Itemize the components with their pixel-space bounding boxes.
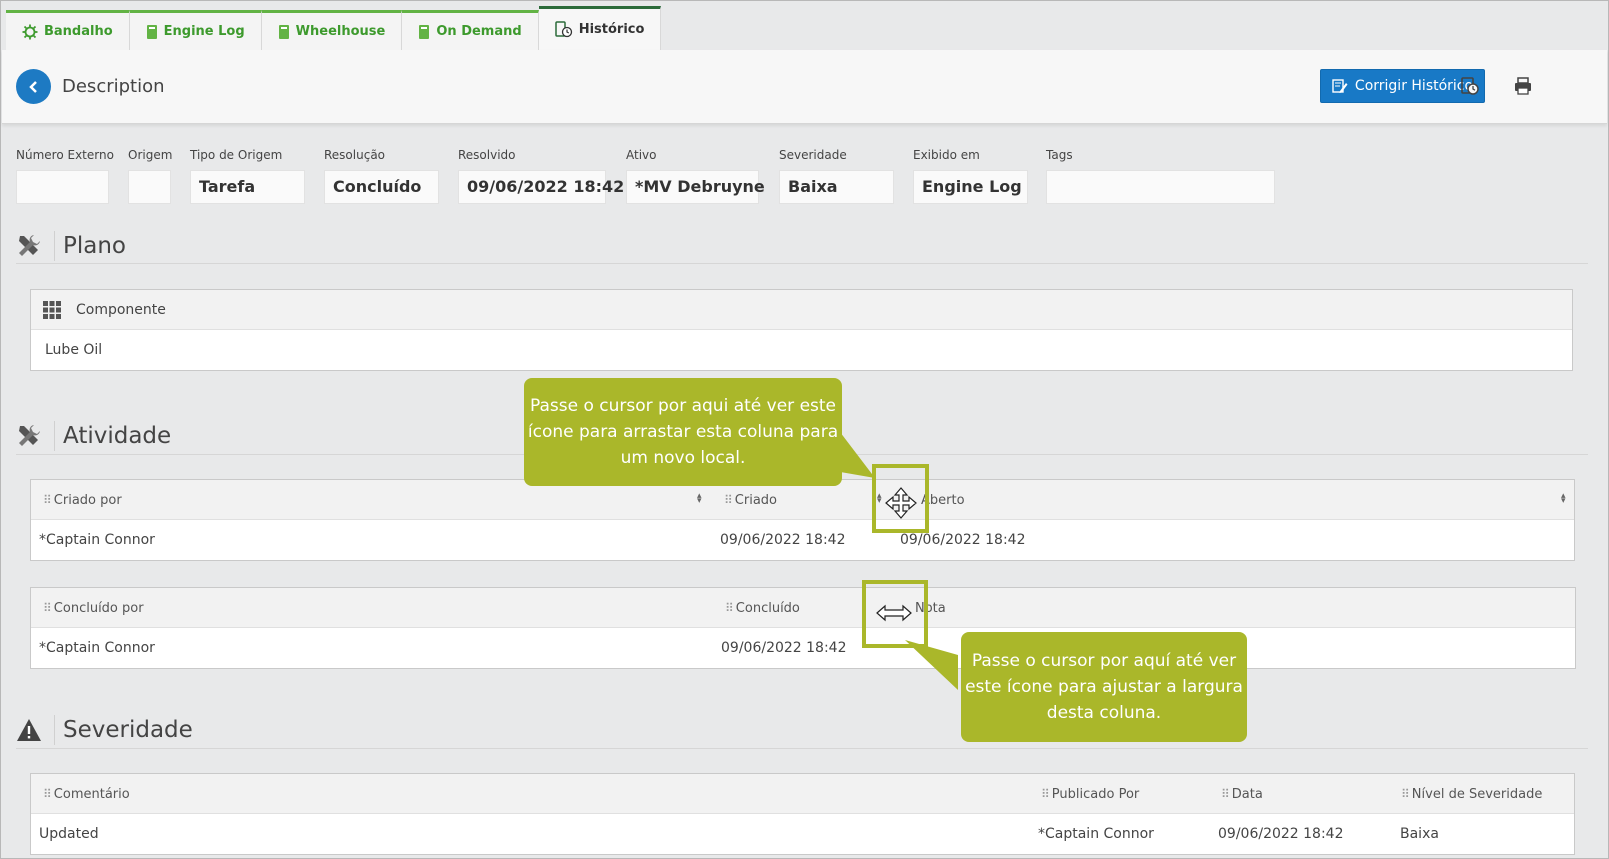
column-header-componente[interactable]: Componente bbox=[76, 290, 166, 330]
table-cell: *Captain Connor bbox=[39, 640, 155, 656]
field-exibido-em: Exibido em Engine Log bbox=[913, 148, 1028, 204]
plano-table: Componente Lube Oil bbox=[30, 289, 1573, 371]
section-atividade: Atividade bbox=[16, 421, 171, 451]
section-title: Severidade bbox=[54, 715, 193, 745]
field-origem: Origem bbox=[128, 148, 172, 204]
book-icon bbox=[419, 24, 430, 39]
drag-handle-icon[interactable]: ⠿ bbox=[725, 601, 734, 615]
book-icon bbox=[278, 24, 289, 39]
corrigir-historico-label: Corrigir Histórico bbox=[1354, 78, 1474, 94]
tab-label: On Demand bbox=[436, 24, 522, 39]
severidade-table: ⠿ Comentário ⠿ Publicado Por ⠿ Data ⠿ Nível … bbox=[30, 773, 1575, 855]
section-title: Plano bbox=[54, 231, 126, 261]
divider bbox=[16, 748, 1588, 749]
tab-on-demand[interactable]: On Demand bbox=[402, 10, 539, 50]
column-header-data[interactable]: ⠿ Data bbox=[1221, 774, 1263, 814]
print-icon[interactable] bbox=[1513, 76, 1533, 96]
drag-handle-icon[interactable]: ⠿ bbox=[1041, 787, 1050, 801]
table-header: Componente bbox=[31, 290, 1572, 330]
atividade-completed-table: ⠿ Concluído por ⠿ Concluído Nota *Captain … bbox=[30, 587, 1576, 669]
field-resolvido: Resolvido 09/06/2022 18:42 bbox=[458, 148, 624, 204]
table-row[interactable]: Lube Oil bbox=[31, 330, 1572, 370]
table-cell: 09/06/2022 18:42 bbox=[721, 640, 847, 656]
tab-bandalho[interactable]: Bandalho bbox=[6, 10, 130, 50]
back-button[interactable] bbox=[16, 69, 51, 104]
resize-cursor-icon bbox=[876, 604, 912, 622]
column-header-nivel-de-severidade[interactable]: ⠿ Nível de Severidade bbox=[1401, 774, 1542, 814]
field-resolucao: Resolução Concluído bbox=[324, 148, 439, 204]
table-cell: Baixa bbox=[1400, 826, 1439, 842]
book-icon bbox=[146, 24, 157, 39]
drag-handle-icon[interactable]: ⠿ bbox=[724, 493, 733, 507]
field-tipo-de-origem: Tipo de Origem Tarefa bbox=[190, 148, 305, 204]
drag-handle-icon[interactable]: ⠿ bbox=[43, 493, 52, 507]
table-header: ⠿ Concluído por ⠿ Concluído Nota bbox=[31, 588, 1575, 628]
field-severidade: Severidade Baixa bbox=[779, 148, 894, 204]
history-book-icon bbox=[554, 21, 572, 38]
table-header: ⠿ Criado por ▴ ▾ ⠿ Criado ▴ ▾ Aberto ▴ ▾ bbox=[31, 480, 1574, 520]
section-title: Atividade bbox=[54, 421, 171, 451]
column-header-publicado-por[interactable]: ⠿ Publicado Por bbox=[1041, 774, 1139, 814]
atividade-created-table: ⠿ Criado por ▴ ▾ ⠿ Criado ▴ ▾ Aberto ▴ ▾ *Cap… bbox=[30, 479, 1575, 561]
page-title: Description bbox=[62, 76, 165, 97]
tools-icon bbox=[19, 235, 40, 256]
tools-icon bbox=[19, 425, 40, 446]
edit-document-icon bbox=[1332, 79, 1348, 93]
page-header: Description Corrigir Histórico bbox=[2, 50, 1607, 124]
move-cursor-icon bbox=[885, 487, 917, 519]
drag-handle-icon[interactable]: ⠿ bbox=[43, 601, 52, 615]
drag-column-callout: Passe o cursor por aqui até ver este íco… bbox=[524, 378, 842, 486]
resize-column-callout: Passe o cursor por aquí até ver este íco… bbox=[961, 632, 1247, 742]
tab-label: Engine Log bbox=[163, 24, 245, 39]
warning-icon bbox=[17, 719, 41, 741]
history-icon[interactable] bbox=[1460, 76, 1480, 96]
tab-engine-log[interactable]: Engine Log bbox=[129, 10, 262, 50]
field-ativo: Ativo *MV Debruyne bbox=[626, 148, 765, 204]
tab-bar: Bandalho Engine Log Wheelhouse On Demand… bbox=[6, 6, 662, 50]
gear-icon bbox=[22, 24, 38, 39]
table-cell: 09/06/2022 18:42 bbox=[720, 532, 846, 548]
column-header-concluido-por[interactable]: ⠿ Concluído por bbox=[43, 588, 144, 628]
column-header-criado-por[interactable]: ⠿ Criado por bbox=[43, 480, 122, 520]
table-cell: Updated bbox=[39, 826, 99, 842]
drag-handle-icon[interactable]: ⠿ bbox=[1221, 787, 1230, 801]
section-plano: Plano bbox=[16, 231, 126, 261]
column-header-criado[interactable]: ⠿ Criado bbox=[724, 480, 777, 520]
table-cell: *Captain Connor bbox=[1038, 826, 1154, 842]
table-cell: Lube Oil bbox=[45, 342, 103, 358]
table-row[interactable]: *Captain Connor 09/06/2022 18:42 09/06/2… bbox=[31, 520, 1574, 560]
tab-wheelhouse[interactable]: Wheelhouse bbox=[261, 10, 403, 50]
field-tags: Tags bbox=[1046, 148, 1275, 204]
tab-label: Wheelhouse bbox=[295, 24, 386, 39]
section-severidade: Severidade bbox=[16, 715, 193, 745]
grid-icon bbox=[43, 301, 61, 319]
field-numero-externo: Número Externo bbox=[16, 148, 114, 204]
table-cell: *Captain Connor bbox=[39, 532, 155, 548]
table-row[interactable]: *Captain Connor 09/06/2022 18:42 bbox=[31, 628, 1575, 668]
drag-handle-icon[interactable]: ⠿ bbox=[43, 787, 52, 801]
tab-label: Bandalho bbox=[44, 24, 113, 39]
sort-icon[interactable]: ▴ ▾ bbox=[1561, 492, 1566, 506]
table-cell: 09/06/2022 18:42 bbox=[1218, 826, 1344, 842]
sort-icon[interactable]: ▴ ▾ bbox=[697, 492, 702, 506]
column-header-comentario[interactable]: ⠿ Comentário bbox=[43, 774, 130, 814]
column-header-concluido[interactable]: ⠿ Concluído bbox=[725, 588, 800, 628]
table-header: ⠿ Comentário ⠿ Publicado Por ⠿ Data ⠿ Nível … bbox=[31, 774, 1574, 814]
drag-handle-icon[interactable]: ⠿ bbox=[1401, 787, 1410, 801]
table-row[interactable]: Updated *Captain Connor 09/06/2022 18:42… bbox=[31, 814, 1574, 854]
tab-label: Histórico bbox=[578, 22, 645, 37]
divider bbox=[16, 263, 1588, 264]
chevron-left-icon bbox=[28, 80, 37, 93]
tab-historico[interactable]: Histórico bbox=[538, 6, 662, 50]
